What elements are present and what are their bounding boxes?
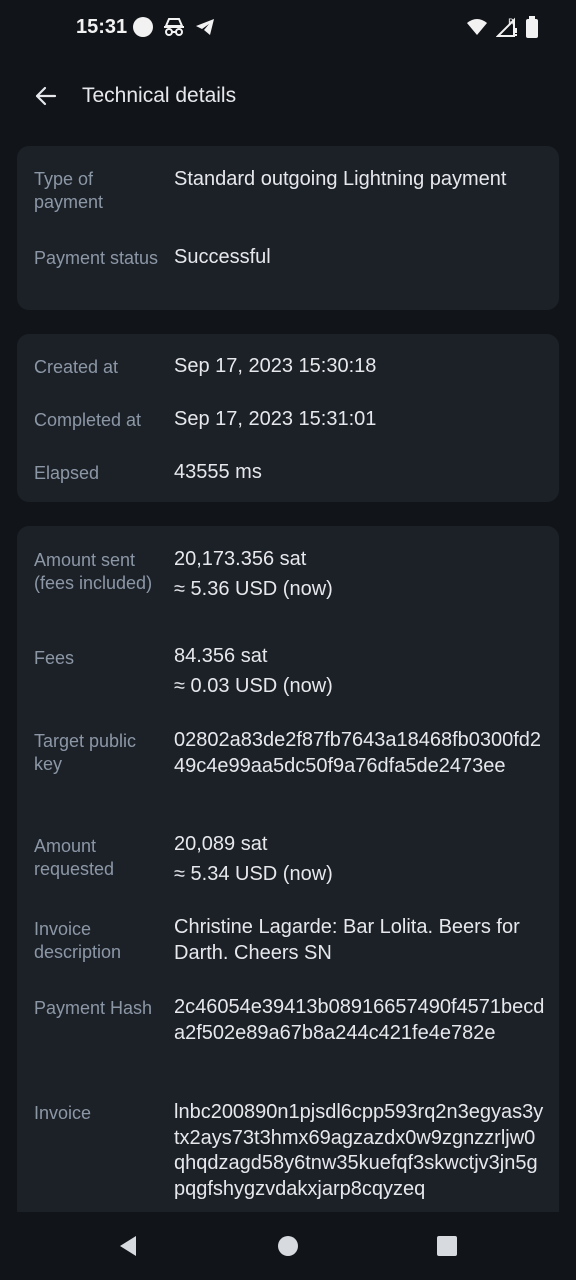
nav-recents-button[interactable] xyxy=(433,1232,461,1260)
invoice-description-label: Invoice description xyxy=(34,919,122,962)
fees-label: Fees xyxy=(34,648,75,668)
target-public-key-label: Target public key xyxy=(34,731,137,774)
fees-value: 84.356 sat ≈ 0.03 USD (now) xyxy=(174,644,546,699)
amounts-card: Amount sent (fees included) 20,173.356 s… xyxy=(17,526,559,1212)
elapsed-label: Elapsed xyxy=(34,463,100,483)
completed-at-value: Sep 17, 2023 15:31:01 xyxy=(174,408,377,430)
fees-usd: ≈ 0.03 USD (now) xyxy=(174,674,333,697)
type-of-payment-value: Standard outgoing Lightning payment xyxy=(174,168,507,190)
elapsed-value: 43555 ms xyxy=(174,461,262,483)
completed-at-label: Completed at xyxy=(34,410,142,430)
amount-requested-label: Amount requested xyxy=(34,836,115,879)
type-of-payment-label: Type of payment xyxy=(34,169,104,212)
amount-requested-value: 20,089 sat ≈ 5.34 USD (now) xyxy=(174,832,546,887)
recents-square-icon xyxy=(437,1236,457,1256)
home-circle-icon xyxy=(278,1236,298,1256)
invoice-label: Invoice xyxy=(34,1103,92,1123)
amount-sent-label: Amount sent (fees included) xyxy=(34,550,153,593)
amount-sent-usd: ≈ 5.36 USD (now) xyxy=(174,577,333,600)
amount-sent-sat: 20,173.356 sat xyxy=(174,548,307,570)
target-public-key-value: 02802a83de2f87fb7643a18468fb0300fd249c4e… xyxy=(174,729,542,777)
payment-type-card: Type of payment Standard outgoing Lightn… xyxy=(17,146,559,310)
amount-requested-sat: 20,089 sat xyxy=(174,833,268,855)
amount-requested-usd: ≈ 5.34 USD (now) xyxy=(174,862,333,885)
payment-hash-label: Payment Hash xyxy=(34,998,153,1018)
timing-card: Created at Sep 17, 2023 15:30:18 Complet… xyxy=(17,334,559,502)
invoice-value: lnbc200890n1pjsdl6cpp593rq2n3egyas3ytx2a… xyxy=(174,1101,544,1200)
invoice-description-value: Christine Lagarde: Bar Lolita. Beers for… xyxy=(174,916,520,964)
payment-status-label: Payment status xyxy=(34,248,159,268)
nav-home-button[interactable] xyxy=(274,1232,302,1260)
nav-back-button[interactable] xyxy=(114,1232,142,1260)
created-at-value: Sep 17, 2023 15:30:18 xyxy=(174,355,377,377)
created-at-label: Created at xyxy=(34,357,119,377)
details-content[interactable]: Type of payment Standard outgoing Lightn… xyxy=(0,0,576,1212)
payment-status-value: Successful xyxy=(174,246,271,268)
amount-sent-value: 20,173.356 sat ≈ 5.36 USD (now) xyxy=(174,547,546,602)
fees-sat: 84.356 sat xyxy=(174,645,268,667)
payment-hash-value: 2c46054e39413b08916657490f4571becda2f502… xyxy=(174,996,545,1044)
system-nav-bar xyxy=(0,1212,576,1280)
back-triangle-icon xyxy=(120,1236,136,1256)
